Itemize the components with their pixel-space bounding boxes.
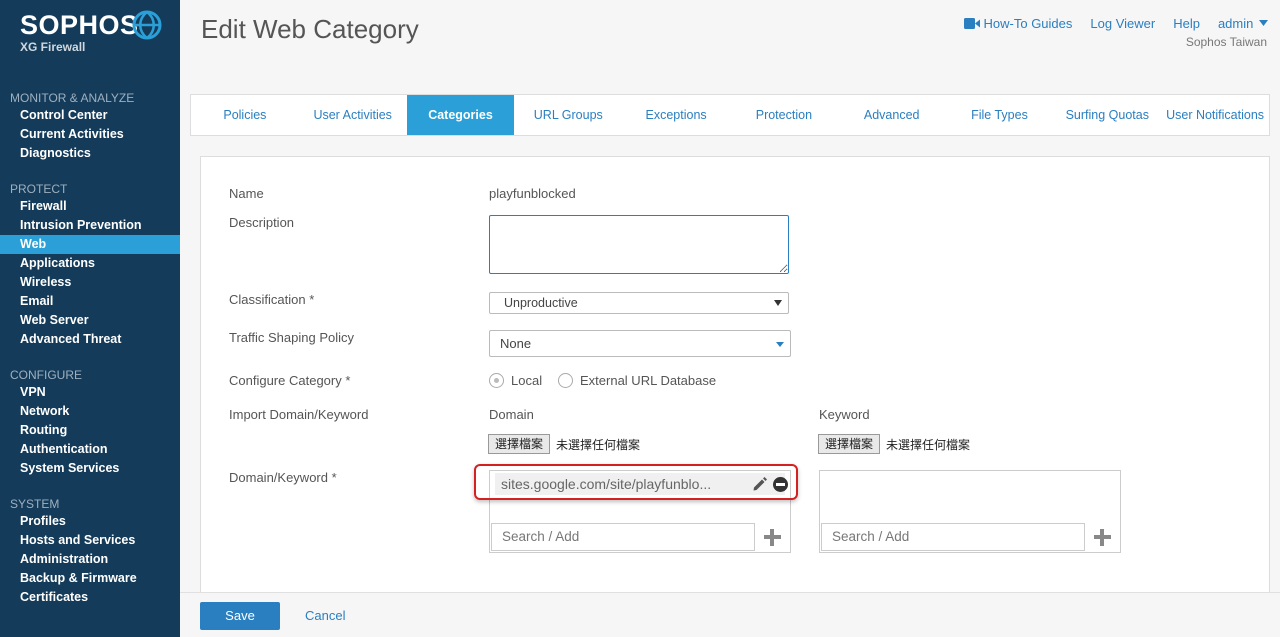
log-viewer-link[interactable]: Log Viewer	[1090, 16, 1155, 31]
page-title: Edit Web Category	[201, 14, 419, 44]
edit-form-panel: Name playfunblocked Description Classifi…	[200, 156, 1270, 596]
caret-down-icon	[1259, 20, 1268, 26]
tab-file-types[interactable]: File Types	[946, 95, 1054, 135]
sophos-logo[interactable]: SOPHOS XG Firewall	[20, 10, 162, 54]
howto-label: How-To Guides	[983, 16, 1073, 31]
keyword-header: Keyword	[819, 407, 870, 422]
domain-file-button[interactable]: 選擇檔案	[488, 434, 551, 454]
sidebar-item-wireless[interactable]: Wireless	[0, 273, 180, 292]
domain-header: Domain	[489, 407, 534, 422]
tab-surfing-quotas[interactable]: Surfing Quotas	[1053, 95, 1161, 135]
dropdown-arrow-icon	[776, 342, 784, 347]
sidebar-item-hosts-and-services[interactable]: Hosts and Services	[0, 531, 180, 550]
tab-user-notifications[interactable]: User Notifications	[1161, 95, 1269, 135]
tab-url-groups[interactable]: URL Groups	[514, 95, 622, 135]
sidebar-item-web[interactable]: Web	[0, 235, 180, 254]
sidebar-item-firewall[interactable]: Firewall	[0, 197, 180, 216]
keyword-search-input[interactable]: Search / Add	[821, 523, 1085, 551]
traffic-shaping-select[interactable]: None	[489, 330, 791, 357]
classification-select[interactable]: Unproductive	[489, 292, 789, 314]
domain-entry-text: sites.google.com/site/playfunblo...	[501, 476, 712, 492]
sidebar-item-control-center[interactable]: Control Center	[0, 106, 180, 125]
sidebar-item-backup-firmware[interactable]: Backup & Firmware	[0, 569, 180, 588]
classification-label: Classification *	[229, 292, 315, 307]
sidebar-item-administration[interactable]: Administration	[0, 550, 180, 569]
sidebar-item-routing[interactable]: Routing	[0, 421, 180, 440]
sidebar-item-system-services[interactable]: System Services	[0, 459, 180, 478]
video-camera-icon	[963, 18, 980, 29]
sidebar-item-web-server[interactable]: Web Server	[0, 311, 180, 330]
tab-policies[interactable]: Policies	[191, 95, 299, 135]
nav-section-title: SYSTEM	[10, 497, 60, 511]
tab-user-activities[interactable]: User Activities	[299, 95, 407, 135]
sidebar-item-certificates[interactable]: Certificates	[0, 588, 180, 607]
admin-label: admin	[1217, 16, 1254, 31]
add-keyword-plus-icon[interactable]	[1092, 527, 1112, 547]
sidebar-item-advanced-threat[interactable]: Advanced Threat	[0, 330, 180, 349]
tab-exceptions[interactable]: Exceptions	[622, 95, 730, 135]
traffic-shaping-value: None	[500, 336, 532, 351]
sidebar-item-intrusion-prevention[interactable]: Intrusion Prevention	[0, 216, 180, 235]
nav-section-title: PROTECT	[10, 182, 68, 196]
name-value: playfunblocked	[489, 186, 576, 201]
description-label: Description	[229, 215, 295, 230]
description-input[interactable]	[489, 215, 789, 274]
top-links: How-To Guides Log Viewer Help admin	[963, 16, 1268, 31]
keyword-file-button[interactable]: 選擇檔案	[818, 434, 881, 454]
traffic-shaping-label: Traffic Shaping Policy	[229, 330, 355, 345]
radio-external-label: External URL Database	[580, 373, 717, 388]
nav-section-configure: CONFIGURE VPN Network Routing Authentica…	[0, 368, 180, 478]
tab-advanced[interactable]: Advanced	[838, 95, 946, 135]
sidebar-item-applications[interactable]: Applications	[0, 254, 180, 273]
pencil-icon[interactable]	[752, 477, 767, 492]
help-link[interactable]: Help	[1173, 16, 1200, 31]
sidebar: SOPHOS XG Firewall MONITOR & ANALYZE Con…	[0, 0, 180, 637]
admin-menu[interactable]: admin	[1218, 16, 1268, 31]
configure-category-label: Configure Category *	[229, 373, 351, 388]
tab-protection[interactable]: Protection	[730, 95, 838, 135]
radio-circle	[558, 373, 573, 388]
nav-section-monitor: MONITOR & ANALYZE Control Center Current…	[0, 91, 180, 163]
sidebar-item-authentication[interactable]: Authentication	[0, 440, 180, 459]
add-domain-plus-icon[interactable]	[762, 527, 782, 547]
remove-icon[interactable]	[773, 477, 788, 492]
sidebar-item-diagnostics[interactable]: Diagnostics	[0, 144, 180, 163]
save-button[interactable]: Save	[200, 602, 280, 630]
brand-product: XG Firewall	[20, 40, 86, 54]
domain-file-status: 未選擇任何檔案	[556, 438, 641, 452]
radio-external-url-database[interactable]: External URL Database	[558, 373, 716, 388]
nav-section-system: SYSTEM Profiles Hosts and Services Admin…	[0, 497, 180, 607]
radio-local-label: Local	[511, 373, 543, 388]
tab-categories[interactable]: Categories	[406, 95, 515, 135]
nav-section-protect: PROTECT Firewall Intrusion Prevention We…	[0, 182, 180, 349]
globe-icon	[132, 10, 162, 40]
nav-section-title: MONITOR & ANALYZE	[10, 91, 135, 105]
import-label: Import Domain/Keyword	[229, 407, 369, 422]
form-footer: Save Cancel	[180, 592, 1280, 637]
sidebar-item-vpn[interactable]: VPN	[0, 383, 180, 402]
nav-section-title: CONFIGURE	[10, 368, 82, 382]
brand-name: SOPHOS	[20, 10, 139, 40]
list-item[interactable]: sites.google.com/site/playfunblo...	[495, 473, 788, 495]
sidebar-item-network[interactable]: Network	[0, 402, 180, 421]
cancel-button[interactable]: Cancel	[305, 608, 345, 623]
radio-local[interactable]: Local	[489, 373, 542, 388]
sidebar-item-current-activities[interactable]: Current Activities	[0, 125, 180, 144]
domain-listbox: sites.google.com/site/playfunblo... Sear…	[489, 470, 791, 553]
tab-bar: Policies User Activities Categories URL …	[190, 94, 1270, 136]
howto-link[interactable]: How-To Guides	[963, 16, 1073, 31]
keyword-listbox: Search / Add	[819, 470, 1121, 553]
classification-value: Unproductive	[504, 296, 578, 310]
name-label: Name	[229, 186, 264, 201]
organization-name: Sophos Taiwan	[1185, 35, 1267, 49]
domain-search-input[interactable]: Search / Add	[491, 523, 755, 551]
sidebar-item-profiles[interactable]: Profiles	[0, 512, 180, 531]
domain-keyword-label: Domain/Keyword *	[229, 470, 337, 485]
sidebar-item-email[interactable]: Email	[0, 292, 180, 311]
radio-circle	[489, 373, 504, 388]
dropdown-arrow-icon	[774, 300, 782, 306]
keyword-file-status: 未選擇任何檔案	[886, 438, 971, 452]
